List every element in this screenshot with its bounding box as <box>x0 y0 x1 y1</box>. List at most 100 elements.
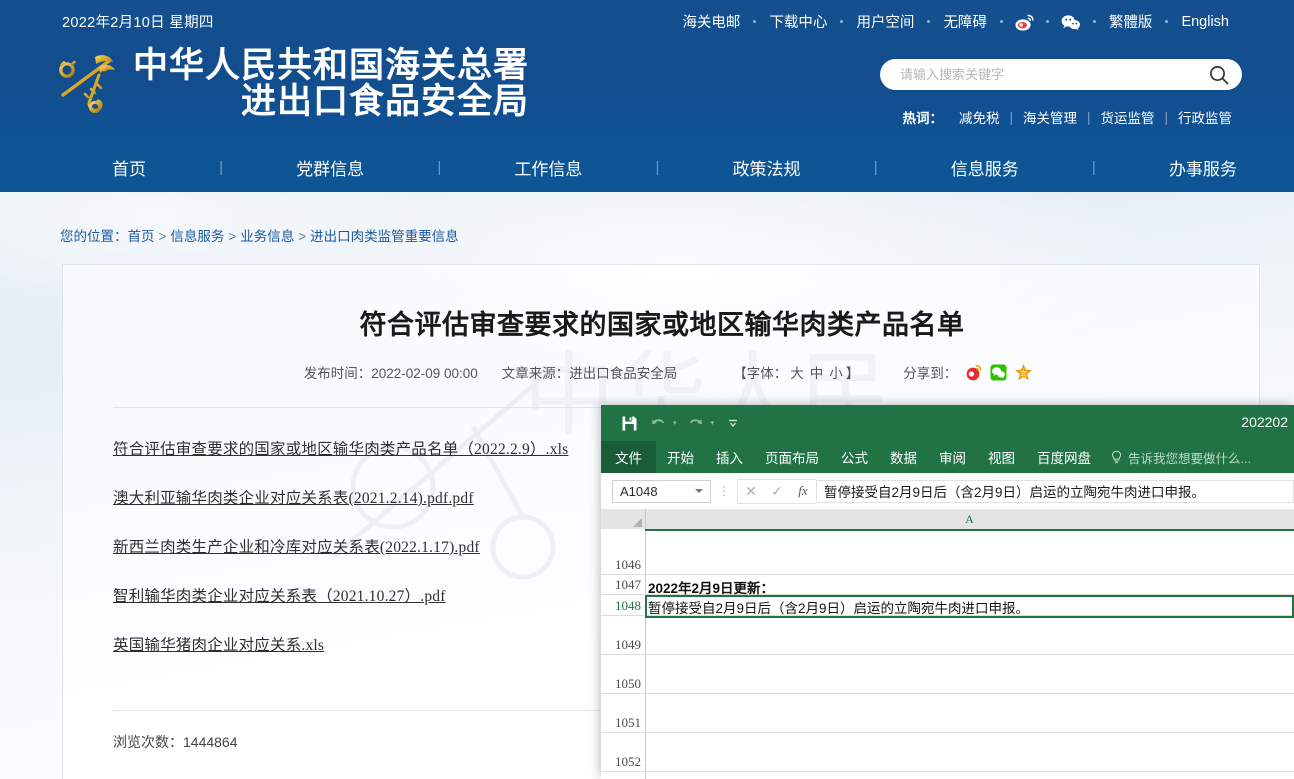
view-count-label: 浏览次数： <box>113 734 183 750</box>
row-header[interactable]: 1049 <box>601 616 644 655</box>
ribbon-tab-view[interactable]: 视图 <box>977 441 1026 473</box>
top-link-user-space[interactable]: 用户空间 <box>843 11 927 32</box>
grid-row[interactable] <box>645 529 1294 575</box>
ribbon-tab-formulas[interactable]: 公式 <box>830 441 879 473</box>
source-block: 文章来源：进出口食品安全局 <box>490 362 690 382</box>
main-navigation: 首页 | 党群信息 | 工作信息 | 政策法规 | 信息服务 | 办事服务 <box>0 143 1294 192</box>
breadcrumb-item-info-services[interactable]: 信息服务 <box>170 229 224 244</box>
font-size-medium[interactable]: 中 <box>807 366 827 381</box>
customize-qat-icon[interactable] <box>721 412 745 434</box>
nav-item-party-info[interactable]: 党群信息 <box>296 155 364 180</box>
nav-divider: | <box>655 159 660 176</box>
excel-formula-bar: A1048 ⋮ ✕ ✓ fx 暂停接受自2月9日后（含2月9日）启运的立陶宛牛肉… <box>601 473 1294 510</box>
quick-access-toolbar: ▾ ▾ <box>617 412 745 434</box>
hot-word-customs-management[interactable]: 海关管理 <box>1013 107 1087 127</box>
grid-row[interactable] <box>645 733 1294 772</box>
top-link-traditional-chinese[interactable]: 繁體版 <box>1096 11 1166 32</box>
font-size-small[interactable]: 小 <box>826 366 846 381</box>
redo-icon[interactable] <box>684 412 708 434</box>
breadcrumb-item-home[interactable]: 首页 <box>128 229 155 244</box>
nav-divider: | <box>219 159 224 176</box>
source-label: 文章来源： <box>501 366 570 381</box>
fx-icon[interactable]: fx <box>790 483 816 499</box>
grid-row[interactable]: 2022年2月9日更新： <box>645 575 1294 596</box>
top-link-accessibility[interactable]: 无障碍 <box>930 11 1000 32</box>
header-date: 2022年2月10日 星期四 <box>62 15 214 31</box>
weibo-share-icon[interactable] <box>965 364 982 381</box>
excel-window[interactable]: ▾ ▾ 202202 文件 开始 插入 页面布局 公式 数据 审阅 视图 百度网… <box>601 405 1294 779</box>
search-icon[interactable] <box>1208 64 1230 86</box>
publish-time-label: 发布时间： <box>303 366 372 381</box>
cancel-icon[interactable]: ✕ <box>738 483 764 500</box>
article-meta: 发布时间：2022-02-09 00:00 文章来源：进出口食品安全局 【字体：… <box>63 362 1259 382</box>
chevron-down-icon[interactable] <box>695 489 703 493</box>
tell-me-box[interactable]: 告诉我您想要做什么... <box>1110 448 1251 467</box>
row-header[interactable]: 1050 <box>601 655 644 694</box>
undo-dropdown-icon[interactable]: ▾ <box>673 419 677 427</box>
redo-dropdown-icon[interactable]: ▾ <box>711 419 715 427</box>
view-count-value: 1444864 <box>183 734 238 750</box>
customs-emblem-icon <box>55 51 127 117</box>
view-count: 浏览次数：1444864 <box>113 732 238 752</box>
column-header-a[interactable]: A <box>645 509 1294 529</box>
ribbon-tab-data[interactable]: 数据 <box>879 441 928 473</box>
save-icon[interactable] <box>617 412 641 434</box>
name-box[interactable]: A1048 <box>612 479 711 503</box>
ribbon-tab-baidu-netdisk[interactable]: 百度网盘 <box>1026 441 1102 473</box>
row-header[interactable]: 1051 <box>601 694 644 733</box>
weibo-icon[interactable] <box>1003 14 1046 31</box>
ribbon-tab-home[interactable]: 开始 <box>656 441 705 473</box>
hot-word-cargo-supervision[interactable]: 货运监管 <box>1090 107 1164 127</box>
grid-row[interactable] <box>645 616 1294 655</box>
nav-item-policies[interactable]: 政策法规 <box>733 155 801 180</box>
font-label-open: 【字体： <box>733 366 788 381</box>
breadcrumb-item-business-info[interactable]: 业务信息 <box>240 229 294 244</box>
wechat-icon[interactable] <box>1049 14 1093 31</box>
search-input[interactable] <box>898 66 1192 83</box>
top-link-customs-mail[interactable]: 海关电邮 <box>669 11 753 32</box>
cell-value: 暂停接受自2月9日后（含2月9日）启运的立陶宛牛肉进口申报。 <box>648 601 1030 616</box>
grid-row[interactable] <box>645 694 1294 733</box>
wechat-share-icon[interactable] <box>990 364 1007 381</box>
excel-title-bar[interactable]: ▾ ▾ 202202 <box>601 405 1294 441</box>
logo-line-1: 中华人民共和国海关总署 <box>133 46 530 85</box>
grid-top-border <box>645 529 1294 531</box>
hot-word-tax-reduction[interactable]: 减免税 <box>949 107 1010 127</box>
top-link-english[interactable]: English <box>1168 14 1242 30</box>
breadcrumb-separator: > <box>158 229 167 244</box>
row-header-selected[interactable]: 1048 <box>601 595 644 616</box>
ribbon-tab-insert[interactable]: 插入 <box>705 441 754 473</box>
ribbon-tab-page-layout[interactable]: 页面布局 <box>754 441 830 473</box>
formula-input[interactable]: 暂停接受自2月9日后（含2月9日）启运的立陶宛牛肉进口申报。 <box>816 479 1294 503</box>
hot-word-administrative-supervision[interactable]: 行政监管 <box>1168 107 1242 127</box>
publish-time-value: 2022-02-09 00:00 <box>371 366 478 381</box>
nav-divider: | <box>437 159 442 176</box>
row-header[interactable]: 1052 <box>601 733 644 772</box>
ribbon-tab-review[interactable]: 审阅 <box>928 441 977 473</box>
excel-document-name: 202202 <box>1241 414 1288 430</box>
excel-grid[interactable]: A 1046 1047 1048 1049 1050 1051 1052 202… <box>601 509 1294 779</box>
breadcrumb-prefix: 您的位置： <box>60 229 128 244</box>
grid-row-selected[interactable]: 暂停接受自2月9日后（含2月9日）启运的立陶宛牛肉进口申报。 <box>645 595 1294 616</box>
confirm-icon[interactable]: ✓ <box>764 483 790 500</box>
row-header[interactable]: 1046 <box>601 529 644 575</box>
formula-bar-actions: ✕ ✓ fx <box>737 478 816 504</box>
source-value: 进出口食品安全局 <box>569 366 678 381</box>
formula-bar-grip[interactable]: ⋮ <box>718 484 730 498</box>
breadcrumb-item-meat-supervision[interactable]: 进出口肉类监管重要信息 <box>310 229 459 244</box>
search-box[interactable] <box>880 59 1242 90</box>
select-all-corner[interactable] <box>601 509 646 529</box>
site-logo[interactable]: 中华人民共和国海关总署 进出口食品安全局 <box>55 48 529 119</box>
undo-icon[interactable] <box>646 412 670 434</box>
row-header[interactable]: 1047 <box>601 575 644 595</box>
top-link-download-center[interactable]: 下载中心 <box>756 11 840 32</box>
hot-words-label: 热词： <box>902 111 943 126</box>
nav-item-affairs-services[interactable]: 办事服务 <box>1169 155 1237 180</box>
grid-row[interactable] <box>645 655 1294 694</box>
nav-item-info-services[interactable]: 信息服务 <box>951 155 1019 180</box>
ribbon-tab-file[interactable]: 文件 <box>601 441 656 473</box>
font-size-large[interactable]: 大 <box>787 366 807 381</box>
nav-item-work-info[interactable]: 工作信息 <box>514 155 582 180</box>
favorite-star-icon[interactable]: 文 <box>1015 363 1033 381</box>
nav-item-home[interactable]: 首页 <box>112 155 146 180</box>
